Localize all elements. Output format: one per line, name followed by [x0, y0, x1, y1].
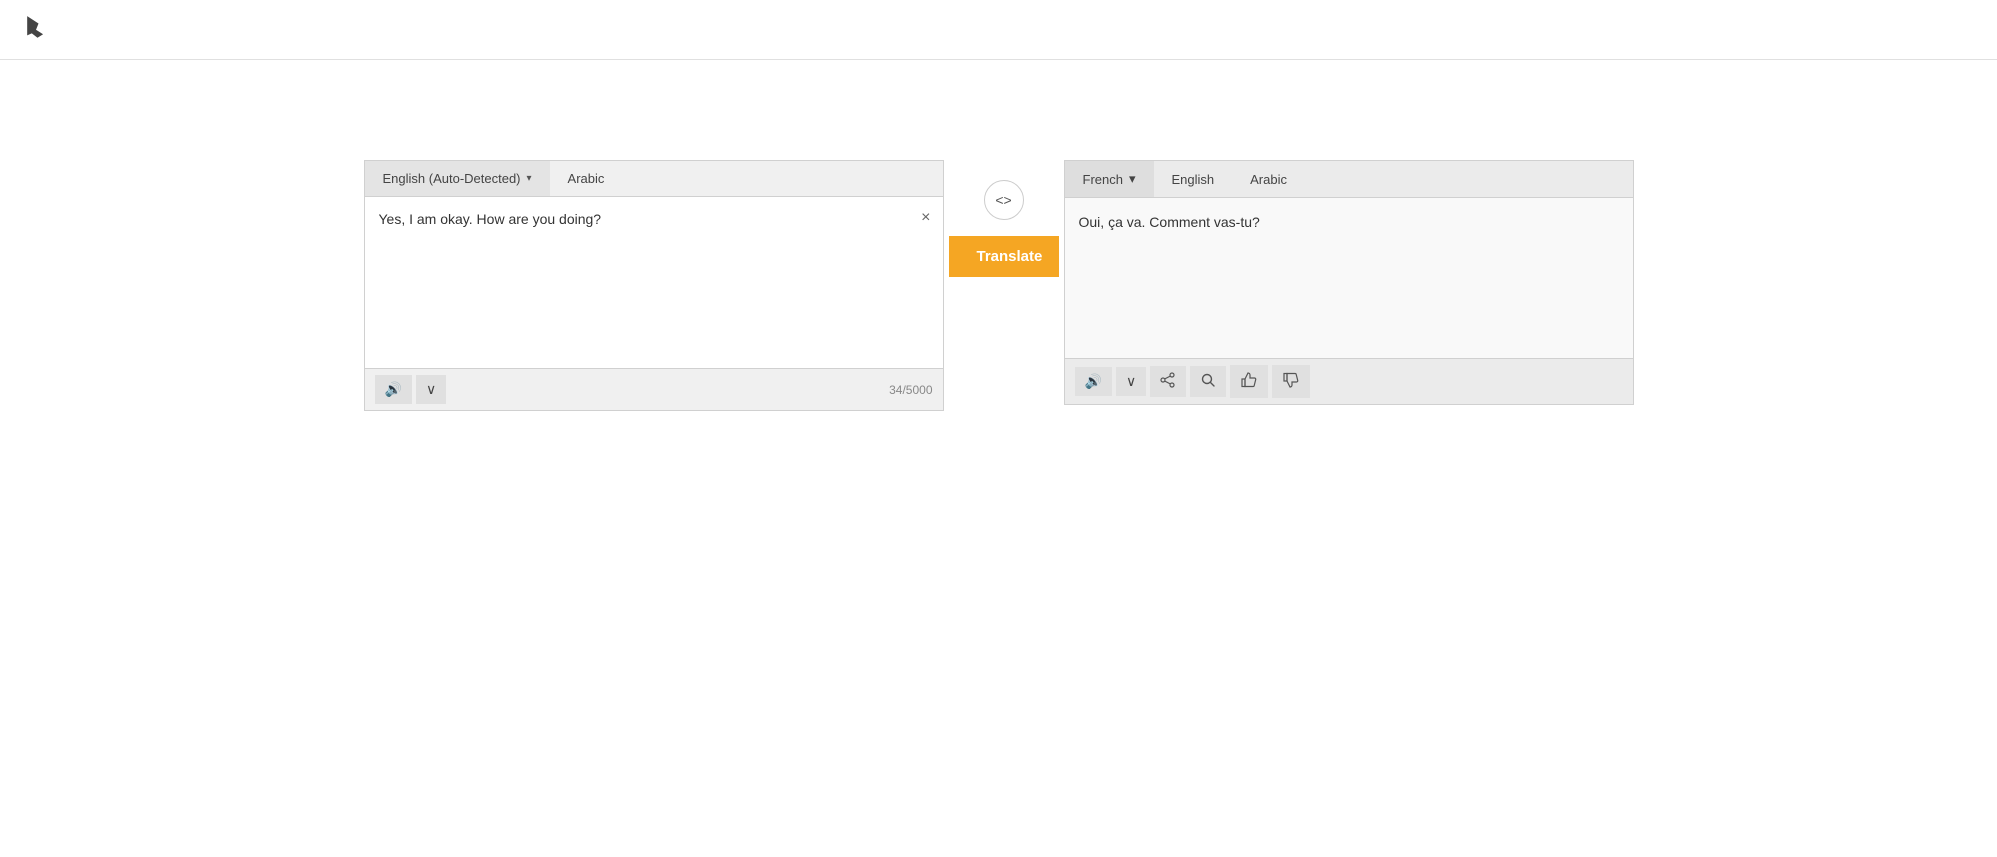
search-icon [1200, 372, 1216, 391]
target-thumbup-button[interactable] [1230, 365, 1268, 398]
source-chevron-button[interactable]: ∨ [416, 375, 446, 404]
target-chevron-down-icon: ∨ [1126, 373, 1136, 390]
source-tab-english-auto-label: English (Auto-Detected) [383, 171, 521, 186]
middle-section: <> Translate [944, 160, 1064, 277]
swap-icon: <> [995, 192, 1011, 208]
source-chevron-down-icon: ∨ [426, 381, 436, 398]
target-tab-french[interactable]: French ▾ [1065, 161, 1154, 197]
source-footer: 🔊 ∨ 34/5000 [365, 368, 943, 410]
source-tab-arabic[interactable]: Arabic [550, 161, 623, 196]
source-input[interactable] [379, 211, 903, 351]
target-tab-english[interactable]: English [1154, 161, 1233, 197]
target-lang-tabs: French ▾ English Arabic [1065, 161, 1633, 198]
source-lang-tabs: English (Auto-Detected) ▾ Arabic [365, 161, 943, 197]
target-speaker-icon: 🔊 [1085, 373, 1102, 390]
source-tab-english-chevron: ▾ [527, 173, 532, 184]
target-tab-french-chevron: ▾ [1129, 171, 1136, 187]
target-chevron-button[interactable]: ∨ [1116, 367, 1146, 396]
target-tab-arabic[interactable]: Arabic [1232, 161, 1305, 197]
source-panel: English (Auto-Detected) ▾ Arabic × 🔊 ∨ 3… [364, 160, 944, 411]
target-panel: French ▾ English Arabic Oui, ça va. Comm… [1064, 160, 1634, 405]
target-text-area: Oui, ça va. Comment vas-tu? [1065, 198, 1633, 358]
translate-button[interactable]: Translate [949, 236, 1059, 277]
swap-button[interactable]: <> [984, 180, 1024, 220]
target-tab-arabic-label: Arabic [1250, 172, 1287, 187]
source-text-area: × [365, 197, 943, 368]
target-tab-english-label: English [1172, 172, 1215, 187]
source-tab-arabic-label: Arabic [568, 171, 605, 186]
thumbdown-icon [1282, 371, 1300, 392]
header [0, 0, 1997, 60]
target-footer: 🔊 ∨ [1065, 358, 1633, 404]
translated-text: Oui, ça va. Comment vas-tu? [1079, 212, 1619, 233]
target-tab-french-label: French [1083, 172, 1123, 187]
bing-logo[interactable] [20, 13, 50, 46]
main-content: English (Auto-Detected) ▾ Arabic × 🔊 ∨ 3… [0, 60, 1997, 411]
target-share-button[interactable] [1150, 366, 1186, 397]
source-footer-left: 🔊 ∨ [375, 375, 447, 404]
thumbup-icon [1240, 371, 1258, 392]
clear-button[interactable]: × [921, 209, 930, 227]
share-icon [1160, 372, 1176, 391]
target-search-button[interactable] [1190, 366, 1226, 397]
source-speaker-icon: 🔊 [385, 381, 402, 398]
target-speak-button[interactable]: 🔊 [1075, 367, 1112, 396]
char-count: 34/5000 [889, 383, 932, 397]
source-tab-english-auto[interactable]: English (Auto-Detected) ▾ [365, 161, 550, 196]
target-thumbdown-button[interactable] [1272, 365, 1310, 398]
source-speak-button[interactable]: 🔊 [375, 375, 412, 404]
